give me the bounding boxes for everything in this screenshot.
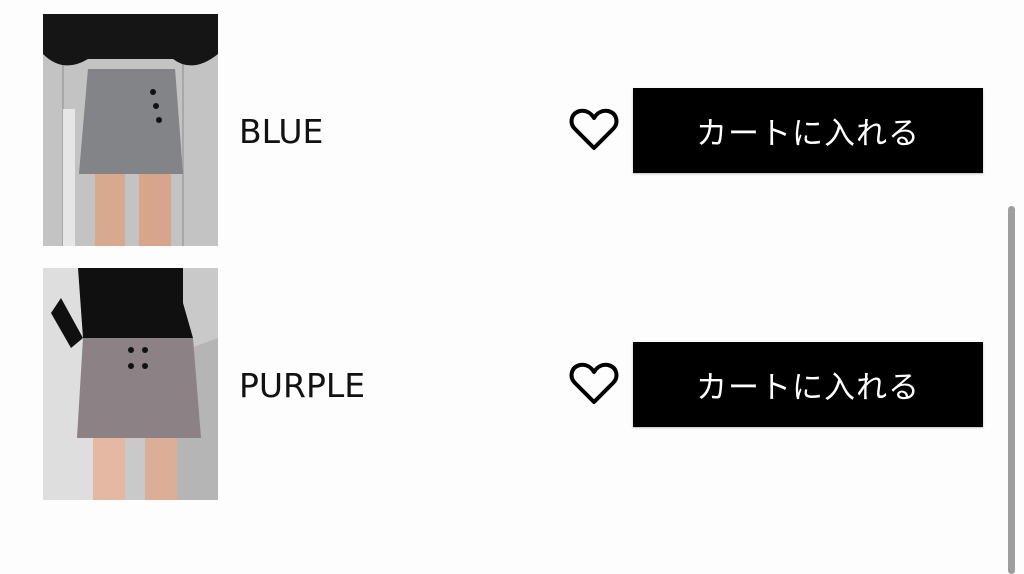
add-to-cart-button[interactable]: カートに入れる <box>633 342 983 427</box>
variant-row-blue: BLUE カートに入れる <box>0 14 1000 246</box>
product-thumbnail-purple[interactable] <box>43 268 218 500</box>
skirt-photo-purple <box>43 268 218 500</box>
skirt-photo-blue <box>43 14 218 246</box>
favorite-heart-icon[interactable] <box>569 108 619 152</box>
favorite-heart-icon[interactable] <box>569 362 619 406</box>
variant-color-label: PURPLE <box>239 366 366 405</box>
product-thumbnail-blue[interactable] <box>43 14 218 246</box>
add-to-cart-button[interactable]: カートに入れる <box>633 88 983 173</box>
variant-color-label: BLUE <box>239 112 324 151</box>
vertical-scrollbar[interactable] <box>1008 206 1015 574</box>
product-variant-list: BLUE カートに入れる PURPLE カートに入れる <box>0 0 1024 574</box>
variant-row-purple: PURPLE カートに入れる <box>0 268 1000 500</box>
